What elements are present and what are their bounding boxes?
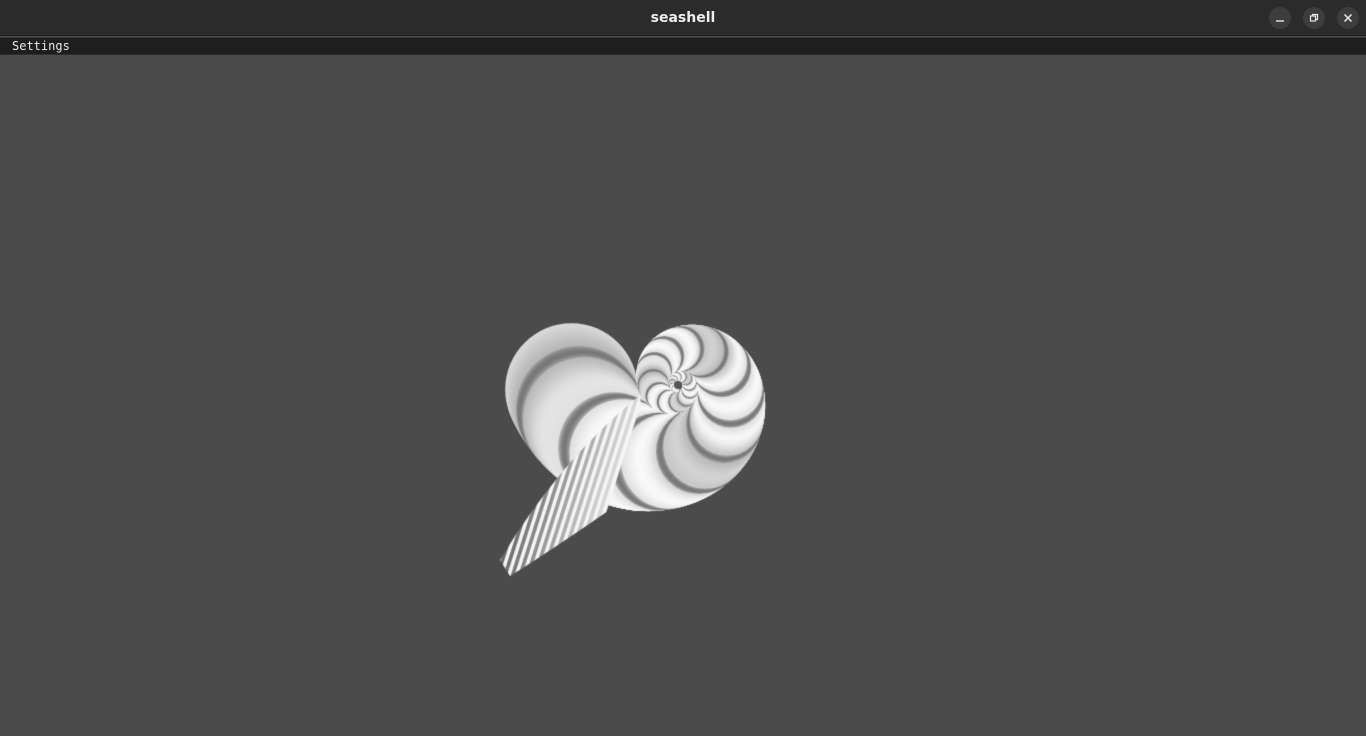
close-button[interactable] [1337, 7, 1359, 29]
restore-icon [1309, 13, 1319, 23]
menu-settings[interactable]: Settings [2, 38, 80, 54]
menu-bar: Settings [0, 37, 1366, 55]
render-viewport[interactable] [0, 55, 1366, 736]
seashell-render [0, 55, 1366, 736]
window-title: seashell [650, 10, 716, 26]
window-titlebar[interactable]: seashell [0, 0, 1366, 36]
close-icon [1343, 13, 1353, 23]
minimize-icon [1275, 13, 1285, 23]
maximize-button[interactable] [1303, 7, 1325, 29]
minimize-button[interactable] [1269, 7, 1291, 29]
